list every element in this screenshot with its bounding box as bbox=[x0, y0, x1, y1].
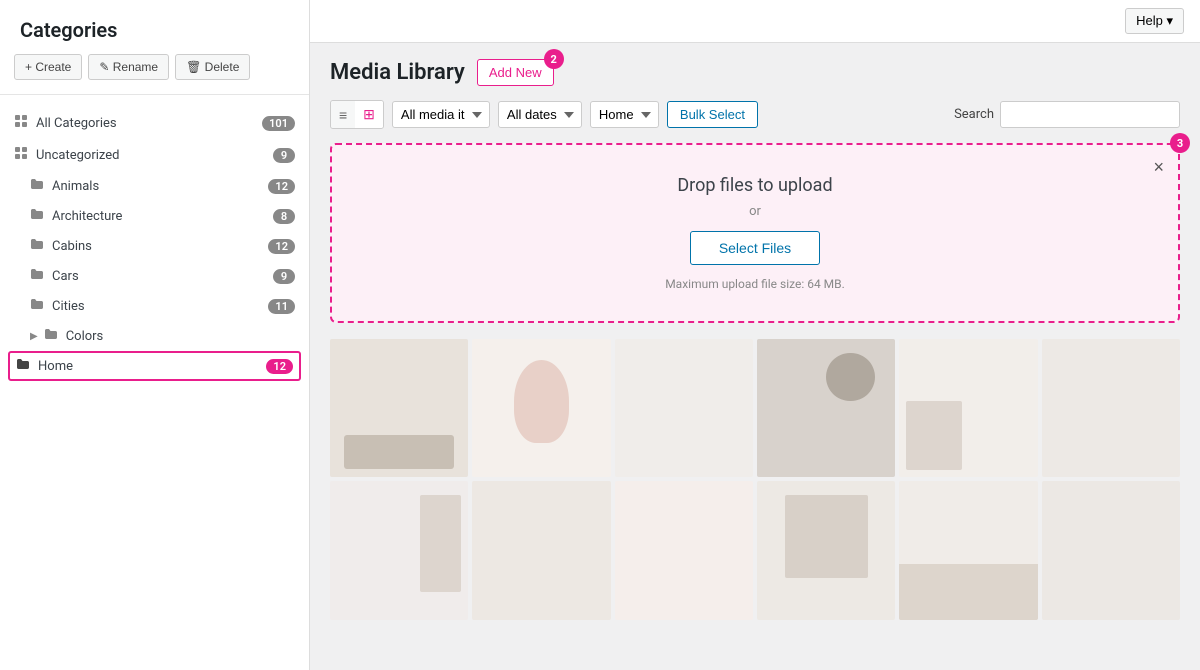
sidebar-item-count: 9 bbox=[273, 148, 295, 163]
grid-icon bbox=[14, 146, 28, 164]
folder-icon bbox=[30, 268, 44, 284]
sidebar-item-count: 8 bbox=[273, 209, 295, 224]
media-thumb[interactable] bbox=[615, 339, 753, 477]
folder-icon bbox=[30, 178, 44, 194]
list-view-button[interactable]: ≡ bbox=[331, 101, 355, 128]
page-title: Media Library bbox=[330, 60, 465, 85]
sidebar-item-label: Cities bbox=[52, 299, 268, 314]
media-thumb[interactable] bbox=[330, 481, 468, 619]
bulk-select-button[interactable]: Bulk Select bbox=[667, 101, 758, 128]
close-upload-button[interactable]: × bbox=[1153, 157, 1164, 178]
help-button[interactable]: Help ▾ bbox=[1125, 8, 1184, 34]
max-size-text: Maximum upload file size: 64 MB. bbox=[665, 277, 845, 291]
sidebar: Categories + Create ✎ Rename 🗑 Delete Al… bbox=[0, 0, 310, 670]
category-filter-select[interactable]: Home bbox=[590, 101, 659, 128]
grid-view-button[interactable]: ⊞ bbox=[355, 101, 383, 128]
media-thumb[interactable] bbox=[615, 481, 753, 619]
sidebar-item-count: 12 bbox=[266, 359, 293, 374]
sidebar-divider bbox=[0, 94, 309, 95]
sidebar-item-cabins[interactable]: Cabins 12 bbox=[0, 231, 309, 261]
sidebar-item-all-categories[interactable]: All Categories 101 bbox=[0, 107, 309, 139]
sidebar-item-home[interactable]: Home 12 bbox=[8, 351, 301, 381]
media-thumb[interactable] bbox=[1042, 481, 1180, 619]
chevron-right-icon: ▶ bbox=[30, 331, 38, 342]
media-thumb[interactable] bbox=[1042, 339, 1180, 477]
select-files-button[interactable]: Select Files bbox=[690, 231, 820, 265]
sidebar-item-count: 101 bbox=[262, 116, 295, 131]
media-grid bbox=[330, 339, 1180, 620]
or-text: or bbox=[749, 204, 761, 219]
drop-text: Drop files to upload bbox=[677, 175, 832, 196]
media-thumb[interactable] bbox=[472, 339, 610, 477]
media-thumb[interactable] bbox=[757, 481, 895, 619]
media-thumb[interactable] bbox=[757, 339, 895, 477]
sidebar-item-count: 11 bbox=[268, 299, 295, 314]
search-wrap: Search bbox=[954, 101, 1180, 128]
sidebar-items: All Categories 101 Uncategorized 9 Anima… bbox=[0, 103, 309, 670]
sidebar-item-label: Animals bbox=[52, 179, 268, 194]
topbar: Help ▾ bbox=[310, 0, 1200, 43]
sidebar-item-count: 12 bbox=[268, 239, 295, 254]
sidebar-title: Categories bbox=[0, 0, 309, 54]
sidebar-item-label: Uncategorized bbox=[36, 148, 273, 163]
sidebar-actions: + Create ✎ Rename 🗑 Delete bbox=[0, 54, 309, 94]
media-filter-select[interactable]: All media it bbox=[392, 101, 490, 128]
upload-area-badge: 3 bbox=[1170, 133, 1190, 153]
sidebar-item-cars[interactable]: Cars 9 bbox=[0, 261, 309, 291]
sidebar-item-count: 12 bbox=[268, 179, 295, 194]
sidebar-item-count: 9 bbox=[273, 269, 295, 284]
create-button[interactable]: + Create bbox=[14, 54, 82, 80]
folder-icon bbox=[44, 328, 58, 344]
grid-icon bbox=[14, 114, 28, 132]
sidebar-item-label: Architecture bbox=[52, 209, 273, 224]
sidebar-item-label: Cars bbox=[52, 269, 273, 284]
page-header: Media Library Add New 2 bbox=[330, 59, 1180, 86]
sidebar-item-label: Colors bbox=[66, 329, 295, 344]
add-new-badge: 2 bbox=[544, 49, 564, 69]
date-filter-select[interactable]: All dates bbox=[498, 101, 582, 128]
add-new-button[interactable]: Add New bbox=[477, 59, 554, 86]
media-thumb[interactable] bbox=[330, 339, 468, 477]
sidebar-item-label: Cabins bbox=[52, 239, 268, 254]
view-toggle: ≡ ⊞ bbox=[330, 100, 384, 129]
media-thumb[interactable] bbox=[899, 481, 1037, 619]
sidebar-item-colors[interactable]: ▶ Colors bbox=[0, 321, 309, 351]
folder-icon bbox=[30, 208, 44, 224]
search-input[interactable] bbox=[1000, 101, 1180, 128]
content-area: Media Library Add New 2 ≡ ⊞ All media it… bbox=[310, 43, 1200, 670]
upload-drop-area[interactable]: × Drop files to upload or Select Files M… bbox=[330, 143, 1180, 323]
sidebar-item-label: Home bbox=[38, 359, 266, 374]
main-content: Help ▾ Media Library Add New 2 ≡ ⊞ All m… bbox=[310, 0, 1200, 670]
sidebar-item-label: All Categories bbox=[36, 116, 262, 131]
upload-area-wrapper: 3 × Drop files to upload or Select Files… bbox=[330, 143, 1180, 323]
folder-icon bbox=[30, 238, 44, 254]
folder-icon bbox=[30, 298, 44, 314]
media-thumb[interactable] bbox=[472, 481, 610, 619]
sidebar-item-architecture[interactable]: Architecture 8 bbox=[0, 201, 309, 231]
search-label: Search bbox=[954, 107, 994, 122]
delete-button[interactable]: 🗑 Delete bbox=[175, 54, 250, 80]
sidebar-item-uncategorized[interactable]: Uncategorized 9 bbox=[0, 139, 309, 171]
folder-open-icon bbox=[16, 358, 30, 374]
sidebar-item-animals[interactable]: Animals 12 bbox=[0, 171, 309, 201]
media-thumb[interactable] bbox=[899, 339, 1037, 477]
rename-button[interactable]: ✎ Rename bbox=[88, 54, 169, 80]
sidebar-item-cities[interactable]: Cities 11 bbox=[0, 291, 309, 321]
toolbar: ≡ ⊞ All media it All dates Home Bulk Sel… bbox=[330, 100, 1180, 129]
